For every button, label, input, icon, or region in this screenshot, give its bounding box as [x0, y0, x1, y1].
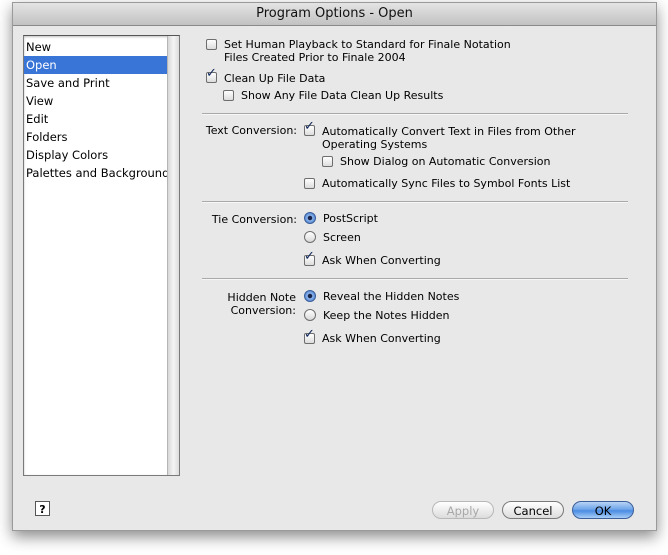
auto-convert-text-label-line1: Automatically Convert Text in Files from… — [322, 125, 576, 138]
tie-screen-label: Screen — [323, 231, 361, 244]
ok-button[interactable]: OK — [572, 501, 634, 519]
cancel-button[interactable]: Cancel — [502, 501, 564, 519]
hidden-note-label-line1: Hidden Note — [227, 291, 296, 304]
human-playback-label-line2: Files Created Prior to Finale 2004 — [224, 51, 406, 64]
show-dialog-checkbox[interactable] — [322, 156, 333, 167]
tie-conversion-label: Tie Conversion: — [211, 213, 297, 226]
category-list-items: New Open Save and Print View Edit Folders Disp… — [24, 38, 175, 182]
tie-ask-when-converting-label: Ask When Converting — [322, 254, 441, 267]
show-clean-up-results-checkbox[interactable] — [223, 90, 234, 101]
sidebar-item-save-and-print[interactable]: Save and Print — [24, 74, 168, 92]
hidden-note-label-line2: Conversion: — [230, 304, 296, 317]
show-dialog-label: Show Dialog on Automatic Conversion — [340, 155, 551, 168]
checkmark-icon: ✓ — [304, 249, 315, 264]
sidebar-item-palettes-and-backgrounds[interactable]: Palettes and Backgrounds — [24, 164, 175, 182]
separator — [202, 278, 628, 280]
keep-notes-hidden-label: Keep the Notes Hidden — [323, 309, 450, 322]
text-conversion-label: Text Conversion: — [205, 124, 297, 137]
checkmark-icon: ✓ — [304, 327, 315, 342]
apply-button[interactable]: Apply — [432, 501, 494, 519]
hidden-ask-when-converting-checkbox[interactable]: ✓ — [304, 328, 315, 344]
sidebar-item-folders[interactable]: Folders — [24, 128, 168, 146]
category-list[interactable]: New Open Save and Print View Edit Folders Disp… — [23, 35, 180, 476]
tie-postscript-label: PostScript — [323, 212, 378, 225]
sidebar-item-display-colors[interactable]: Display Colors — [24, 146, 168, 164]
hidden-ask-when-converting-label: Ask When Converting — [322, 332, 441, 345]
tie-ask-when-converting-checkbox[interactable]: ✓ — [304, 250, 315, 266]
separator — [202, 113, 628, 115]
help-button[interactable]: ? — [35, 501, 50, 516]
sync-symbol-fonts-checkbox[interactable] — [304, 178, 315, 189]
sidebar-item-edit[interactable]: Edit — [24, 110, 168, 128]
category-list-scrollbar[interactable] — [167, 36, 179, 475]
tie-postscript-radio[interactable] — [304, 212, 316, 224]
keep-notes-hidden-radio[interactable] — [304, 309, 316, 321]
tie-screen-radio[interactable] — [304, 231, 316, 243]
reveal-hidden-notes-radio[interactable] — [304, 290, 316, 302]
auto-convert-text-checkbox[interactable]: ✓ — [304, 120, 315, 136]
separator — [202, 201, 628, 203]
checkmark-icon: ✓ — [304, 119, 315, 134]
clean-up-file-data-label: Clean Up File Data — [224, 72, 326, 85]
show-clean-up-results-label: Show Any File Data Clean Up Results — [241, 89, 444, 102]
checkmark-icon: ✓ — [206, 66, 217, 81]
clean-up-file-data-checkbox[interactable]: ✓ — [206, 67, 217, 83]
sidebar-item-view[interactable]: View — [24, 92, 168, 110]
auto-convert-text-label-line2: Operating Systems — [322, 138, 428, 151]
window-title: Program Options - Open — [13, 3, 656, 26]
human-playback-label-line1: Set Human Playback to Standard for Final… — [224, 38, 511, 51]
sidebar-item-new[interactable]: New — [24, 38, 168, 56]
human-playback-checkbox[interactable] — [206, 39, 217, 50]
sidebar-item-open[interactable]: Open — [24, 56, 168, 74]
sync-symbol-fonts-label: Automatically Sync Files to Symbol Fonts… — [322, 177, 571, 190]
reveal-hidden-notes-label: Reveal the Hidden Notes — [323, 290, 460, 303]
